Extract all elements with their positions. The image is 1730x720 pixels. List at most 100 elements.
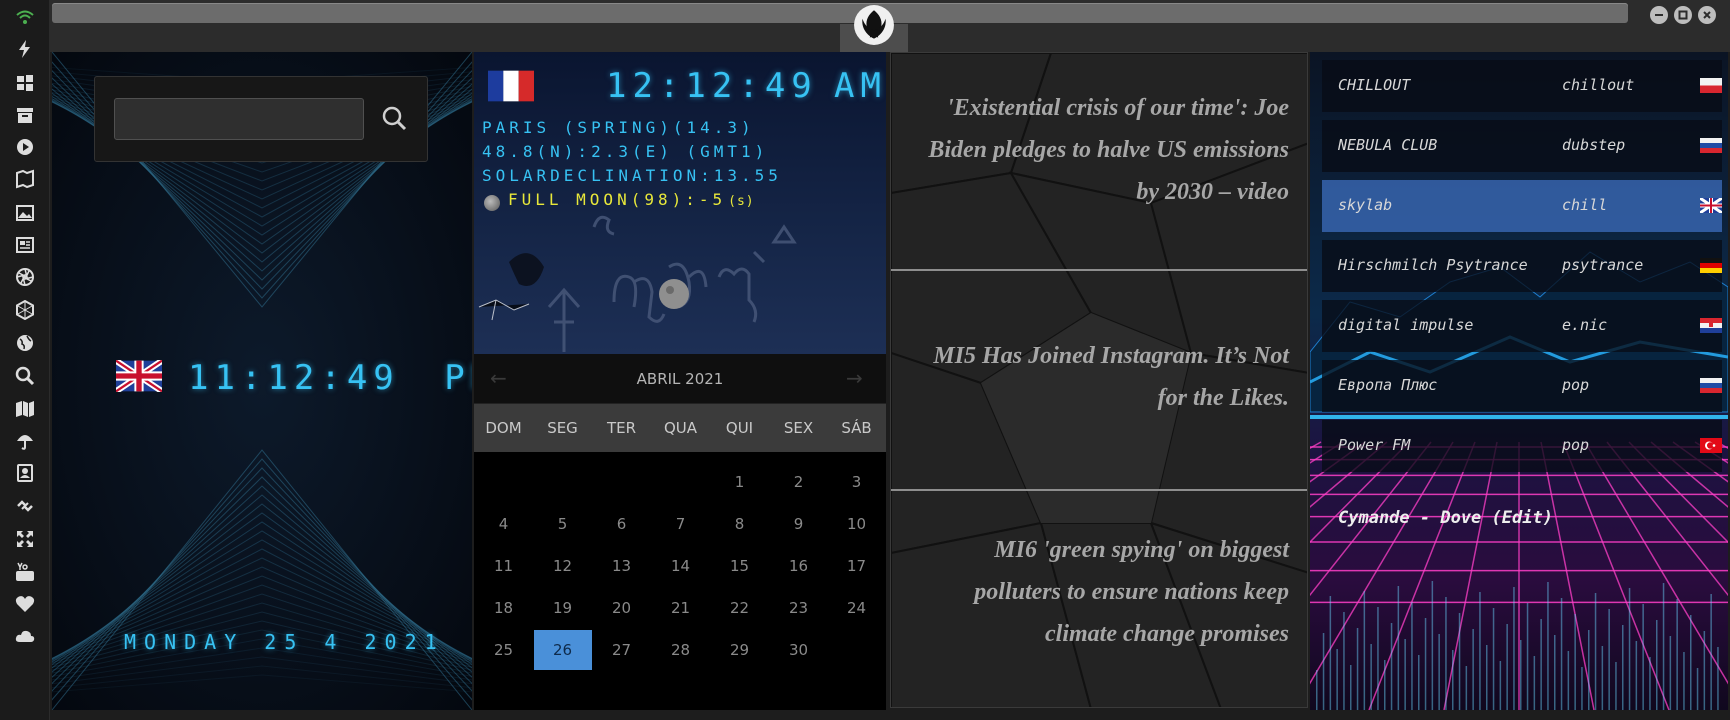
globe-icon: [17, 335, 33, 351]
weekday-header: QUI: [725, 419, 754, 437]
sidebar-contacts-button[interactable]: [14, 462, 36, 484]
sidebar-aperture-button[interactable]: [14, 266, 36, 288]
sidebar-globe-button[interactable]: [14, 332, 36, 354]
now-playing: Cymande - Dove (Edit): [1338, 508, 1553, 528]
sidebar-wifi-button[interactable]: [14, 6, 36, 28]
calendar-day[interactable]: 21: [652, 588, 710, 628]
calendar-day[interactable]: 11: [475, 546, 533, 586]
umbrella-icon: [17, 435, 33, 450]
calendar-day[interactable]: 28: [652, 630, 710, 670]
sidebar-youtube-button[interactable]: [14, 561, 36, 583]
calendar-day[interactable]: 15: [711, 546, 769, 586]
station-genre: dubstep: [1562, 136, 1626, 154]
local-ampm: PM: [444, 358, 472, 398]
radio-station-row[interactable]: Европа Плюс pop: [1322, 360, 1722, 412]
station-name: NEBULA CLUB: [1338, 136, 1438, 154]
sidebar-windows-button[interactable]: [14, 72, 36, 94]
station-name: digital impulse: [1338, 316, 1474, 334]
maximize-icon: [1678, 10, 1688, 20]
calendar-day[interactable]: 12: [534, 546, 592, 586]
local-time: 11:12:49: [188, 358, 400, 398]
station-genre: pop: [1562, 376, 1590, 394]
france-flag-icon: [488, 70, 534, 102]
calendar-day[interactable]: 5: [534, 504, 592, 544]
sidebar-lightning-button[interactable]: [14, 38, 36, 60]
search-input[interactable]: [114, 98, 364, 140]
sidebar-map-book-button[interactable]: [14, 168, 36, 190]
cloud-icon: [15, 630, 35, 642]
calendar-day[interactable]: 19: [534, 588, 592, 628]
calendar-day[interactable]: 6: [593, 504, 651, 544]
calendar-day[interactable]: 23: [770, 588, 828, 628]
lightning-icon: [19, 40, 30, 58]
calendar-day-selected[interactable]: 26: [533, 630, 592, 670]
calendar-day[interactable]: 2: [770, 462, 828, 502]
calendar-day[interactable]: 17: [828, 546, 886, 586]
calendar-day[interactable]: 9: [770, 504, 828, 544]
desktop-widget-window: 11:12:49 PM MONDAY 25 4 2021: [0, 0, 1730, 720]
calendar-day[interactable]: 3: [828, 462, 886, 502]
calendar-day[interactable]: 16: [770, 546, 828, 586]
hexagon-icon: [16, 300, 34, 320]
calendar-day[interactable]: 7: [652, 504, 710, 544]
weekday-header: SÁB: [841, 419, 872, 437]
sidebar-map-button[interactable]: [14, 398, 36, 420]
close-icon: [1703, 11, 1711, 19]
calendar-day[interactable]: 4: [475, 504, 533, 544]
calendar-day[interactable]: 18: [475, 588, 533, 628]
calendar-day[interactable]: 24: [828, 588, 886, 628]
radio-station-row[interactable]: NEBULA CLUB dubstep: [1322, 120, 1722, 172]
sidebar-expand-button[interactable]: [14, 528, 36, 550]
ru-flag-icon: [1700, 378, 1722, 393]
maximize-button[interactable]: [1674, 6, 1692, 24]
search-icon: [382, 106, 407, 131]
expand-icon: [17, 531, 33, 547]
news-headline-3[interactable]: MI6 'green spying' on biggest polluters …: [909, 529, 1289, 655]
search-button[interactable]: [377, 101, 411, 135]
link-icon: [17, 500, 33, 512]
weekday-header: TER: [606, 419, 637, 437]
radio-station-row[interactable]: Hirschmilch Psytrance psytrance: [1322, 240, 1722, 292]
astro-info: 12:12:49 AM PARIS (SPRING)(14.3) 48.8(N)…: [474, 52, 886, 354]
youtube-icon: [16, 562, 34, 581]
rebel-alliance-icon[interactable]: [853, 4, 895, 46]
calendar-day[interactable]: 14: [652, 546, 710, 586]
hr-flag-icon: [1700, 318, 1722, 333]
calendar-day[interactable]: 8: [711, 504, 769, 544]
news-headline-2[interactable]: MI5 Has Joined Instagram. It’s Not for t…: [909, 335, 1289, 419]
radio-station-row[interactable]: CHILLOUT chillout: [1322, 60, 1722, 112]
radio-station-row[interactable]: skylab chill: [1322, 180, 1722, 232]
tr-flag-icon: [1700, 438, 1722, 453]
calendar-prev-button[interactable]: ←: [490, 366, 507, 390]
sidebar-image-button[interactable]: [14, 202, 36, 224]
calendar-day[interactable]: 25: [475, 630, 533, 670]
calendar-weekdays: DOM SEG TER QUA QUI SEX SÁB: [474, 404, 886, 452]
sidebar-hexagon-button[interactable]: [14, 299, 36, 321]
minimize-button[interactable]: [1650, 6, 1668, 24]
calendar-day[interactable]: 20: [593, 588, 651, 628]
sidebar-archive-button[interactable]: [14, 104, 36, 126]
calendar-day[interactable]: 22: [711, 588, 769, 628]
calendar-day[interactable]: 30: [770, 630, 828, 670]
radio-station-row[interactable]: digital impulse e.nic: [1322, 300, 1722, 352]
calendar-day[interactable]: 10: [828, 504, 886, 544]
sidebar-search-button[interactable]: [14, 365, 36, 387]
sidebar-play-button[interactable]: [14, 136, 36, 158]
calendar-day[interactable]: 13: [593, 546, 651, 586]
calendar-day[interactable]: 29: [711, 630, 769, 670]
sidebar-cloud-button[interactable]: [14, 625, 36, 647]
close-button[interactable]: [1698, 6, 1716, 24]
ru-flag-icon: [1700, 138, 1722, 153]
calendar-next-button[interactable]: →: [846, 366, 863, 390]
sidebar-news-button[interactable]: [14, 234, 36, 256]
station-name: Hirschmilch Psytrance: [1338, 256, 1528, 274]
sidebar-heart-button[interactable]: [14, 593, 36, 615]
sidebar-link-button[interactable]: [14, 495, 36, 517]
calendar-day[interactable]: 1: [711, 462, 769, 502]
calendar-day[interactable]: 27: [593, 630, 651, 670]
search-box: [94, 76, 428, 162]
radio-station-row[interactable]: Power FM pop: [1322, 420, 1722, 472]
news-headline-1[interactable]: 'Existential crisis of our time': Joe Bi…: [909, 87, 1289, 213]
sidebar-umbrella-button[interactable]: [14, 430, 36, 452]
title-drag-bar[interactable]: [52, 3, 1628, 23]
